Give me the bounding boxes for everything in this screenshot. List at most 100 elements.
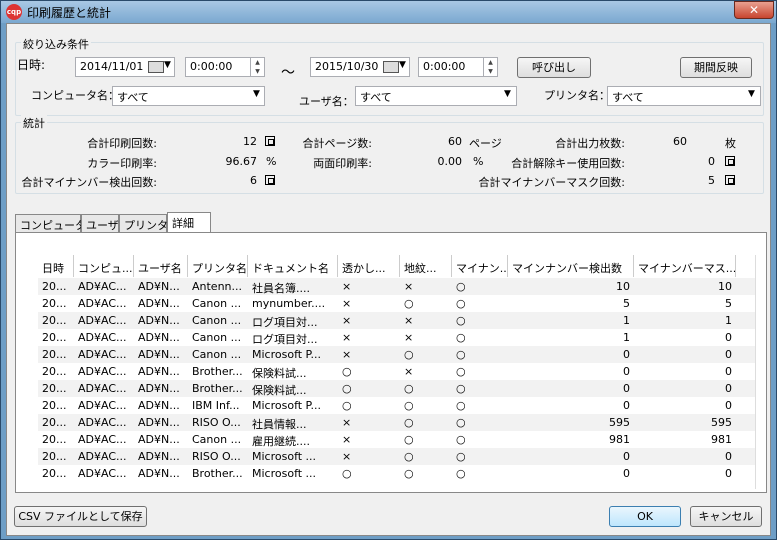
table-cell: 5 <box>725 297 732 310</box>
table-cell: 0 <box>623 399 630 412</box>
spin-up-icon[interactable]: ▲ <box>251 58 264 67</box>
duplex-rate-unit: % <box>473 155 484 168</box>
column-header[interactable]: マイナン... <box>452 255 508 277</box>
table-cell: AD¥N... <box>138 467 180 480</box>
ok-button[interactable]: OK <box>609 506 681 527</box>
table-row[interactable]: 20... AD¥AC... AD¥N... Canon ... ログ項目対... × × ○… <box>38 312 755 329</box>
table-row[interactable]: 20... AD¥AC... AD¥N... Brother... 保険料試... ○ × ○… <box>38 363 755 380</box>
app-icon: cqp <box>6 4 22 20</box>
table-cell: ○ <box>404 348 414 361</box>
close-button[interactable]: ✕ <box>734 1 774 19</box>
filter-legend: 絞り込み条件 <box>21 36 91 52</box>
table-row[interactable]: 20... AD¥AC... AD¥N... Canon ... Microsoft P… <box>38 346 755 363</box>
date-from-picker[interactable]: 2014/11/01 ▼ <box>75 57 175 77</box>
cancel-button[interactable]: キャンセル <box>690 506 762 527</box>
table-cell: ○ <box>404 433 414 446</box>
table-row[interactable]: 20... AD¥AC... AD¥N... Canon ... 雇用継続.... × ○ ○… <box>38 431 755 448</box>
time-from-field[interactable]: 0:00:00 ▲ ▼ <box>185 57 265 77</box>
duplex-rate-value: 0.00 <box>437 155 463 168</box>
calendar-icon[interactable] <box>383 61 399 73</box>
history-table[interactable]: 日時 コンピュ... ユーザ名 プリンタ名 ドキュメント名 透かし... 地紋... マイナン… <box>38 255 756 489</box>
table-cell: AD¥AC... <box>78 467 127 480</box>
total-sheets-label: 合計出力枚数: <box>555 137 625 150</box>
table-cell: 0 <box>623 348 630 361</box>
table-cell: 0 <box>725 399 732 412</box>
table-cell: AD¥N... <box>138 331 180 344</box>
computer-value: すべて <box>117 91 149 104</box>
computer-select[interactable]: すべて ▼ <box>112 86 265 106</box>
column-header[interactable]: 日時 <box>38 255 74 277</box>
time-to-field[interactable]: 0:00:00 ▲ ▼ <box>418 57 498 77</box>
tab-printer[interactable]: プリンタ <box>119 214 168 232</box>
table-cell: Microsoft P... <box>252 399 321 412</box>
total-print-label: 合計印刷回数: <box>87 137 157 150</box>
table-row[interactable]: 20... AD¥AC... AD¥N... Canon ... mynumber...… <box>38 295 755 312</box>
table-cell: AD¥N... <box>138 399 180 412</box>
date-to-value: 2015/10/30 <box>315 60 379 73</box>
recall-button[interactable]: 呼び出し <box>517 57 591 78</box>
printer-select[interactable]: すべて ▼ <box>607 86 761 106</box>
table-row[interactable]: 20... AD¥AC... AD¥N... IBM Inf... Microsoft … <box>38 397 755 414</box>
chevron-down-icon[interactable]: ▼ <box>748 89 755 99</box>
table-cell: ○ <box>456 348 466 361</box>
table-cell: 981 <box>609 433 630 446</box>
table-row[interactable]: 20... AD¥AC... AD¥N... RISO O... Microsoft .… <box>38 448 755 465</box>
save-csv-button[interactable]: CSV ファイルとして保存 <box>14 506 147 527</box>
table-cell: AD¥AC... <box>78 280 127 293</box>
column-header[interactable]: プリンタ名 <box>188 255 248 277</box>
time-to-spinner[interactable]: ▲ ▼ <box>483 58 497 76</box>
table-row[interactable]: 20... AD¥AC... AD¥N... Antenn... 社員名簿.... × × ○… <box>38 278 755 295</box>
table-cell: Microsoft P... <box>252 348 321 361</box>
color-rate-value: 96.67 <box>225 155 258 168</box>
table-cell: 20... <box>42 467 67 480</box>
table-cell: 981 <box>711 433 732 446</box>
column-header[interactable]: コンピュ... <box>74 255 134 277</box>
table-cell: ○ <box>342 399 352 412</box>
table-cell: × <box>342 331 352 344</box>
date-to-picker[interactable]: 2015/10/30 ▼ <box>310 57 410 77</box>
table-cell: 保険料試... <box>252 384 307 397</box>
table-cell: 20... <box>42 280 67 293</box>
user-select[interactable]: すべて ▼ <box>355 86 517 106</box>
table-cell: × <box>404 365 414 378</box>
table-cell: 0 <box>725 450 732 463</box>
table-row[interactable]: 20... AD¥AC... AD¥N... RISO O... 社員情報... × ○ ○ 5… <box>38 414 755 431</box>
vertical-scrollbar[interactable] <box>755 255 756 489</box>
column-header[interactable]: ドキュメント名 <box>248 255 338 277</box>
chevron-down-icon[interactable]: ▼ <box>504 89 511 99</box>
tab-user[interactable]: ユーザ <box>81 214 119 232</box>
table-row[interactable]: 20... AD¥AC... AD¥N... Brother... 保険料試... ○ ○ ○… <box>38 380 755 397</box>
computer-label: コンピュータ名： <box>31 89 119 102</box>
printer-label: プリンタ名： <box>544 89 610 102</box>
spin-down-icon[interactable]: ▼ <box>251 67 264 76</box>
calendar-icon[interactable] <box>148 61 164 73</box>
column-header[interactable]: 透かし... <box>338 255 400 277</box>
tab-computer[interactable]: コンピュータ <box>15 214 86 232</box>
table-row[interactable]: 20... AD¥AC... AD¥N... Canon ... ログ項目対... × × ○… <box>38 329 755 346</box>
table-cell: AD¥N... <box>138 280 180 293</box>
table-cell: 0 <box>725 382 732 395</box>
table-cell: 社員情報... <box>252 418 307 431</box>
column-header[interactable]: ユーザ名 <box>134 255 188 277</box>
column-header[interactable]: マインナンバー検出数 <box>508 255 634 277</box>
spin-up-icon[interactable]: ▲ <box>484 58 497 67</box>
time-from-spinner[interactable]: ▲ ▼ <box>250 58 264 76</box>
chevron-down-icon[interactable]: ▼ <box>164 60 171 70</box>
table-cell: Brother... <box>192 382 243 395</box>
stats-legend: 統計 <box>21 115 47 131</box>
column-header[interactable]: 地紋... <box>400 255 452 277</box>
details-panel: 日時 コンピュ... ユーザ名 プリンタ名 ドキュメント名 透かし... 地紋... マイナン… <box>15 232 767 493</box>
total-sheets-unit: 枚 <box>725 137 736 150</box>
tab-details[interactable]: 詳細 <box>167 212 211 233</box>
table-cell: AD¥AC... <box>78 450 127 463</box>
apply-period-button[interactable]: 期間反映 <box>680 57 752 78</box>
table-cell: ○ <box>404 399 414 412</box>
column-header[interactable]: マイナンバーマス... <box>634 255 736 277</box>
table-row[interactable]: 20... AD¥AC... AD¥N... Brother... Microsoft … <box>38 465 755 482</box>
chevron-down-icon[interactable]: ▼ <box>253 89 260 99</box>
table-cell: 雇用継続.... <box>252 435 310 448</box>
spin-down-icon[interactable]: ▼ <box>484 67 497 76</box>
title-bar[interactable]: cqp 印刷履歴と統計 ✕ <box>1 1 776 23</box>
chevron-down-icon[interactable]: ▼ <box>399 60 406 70</box>
table-cell: 0 <box>623 450 630 463</box>
